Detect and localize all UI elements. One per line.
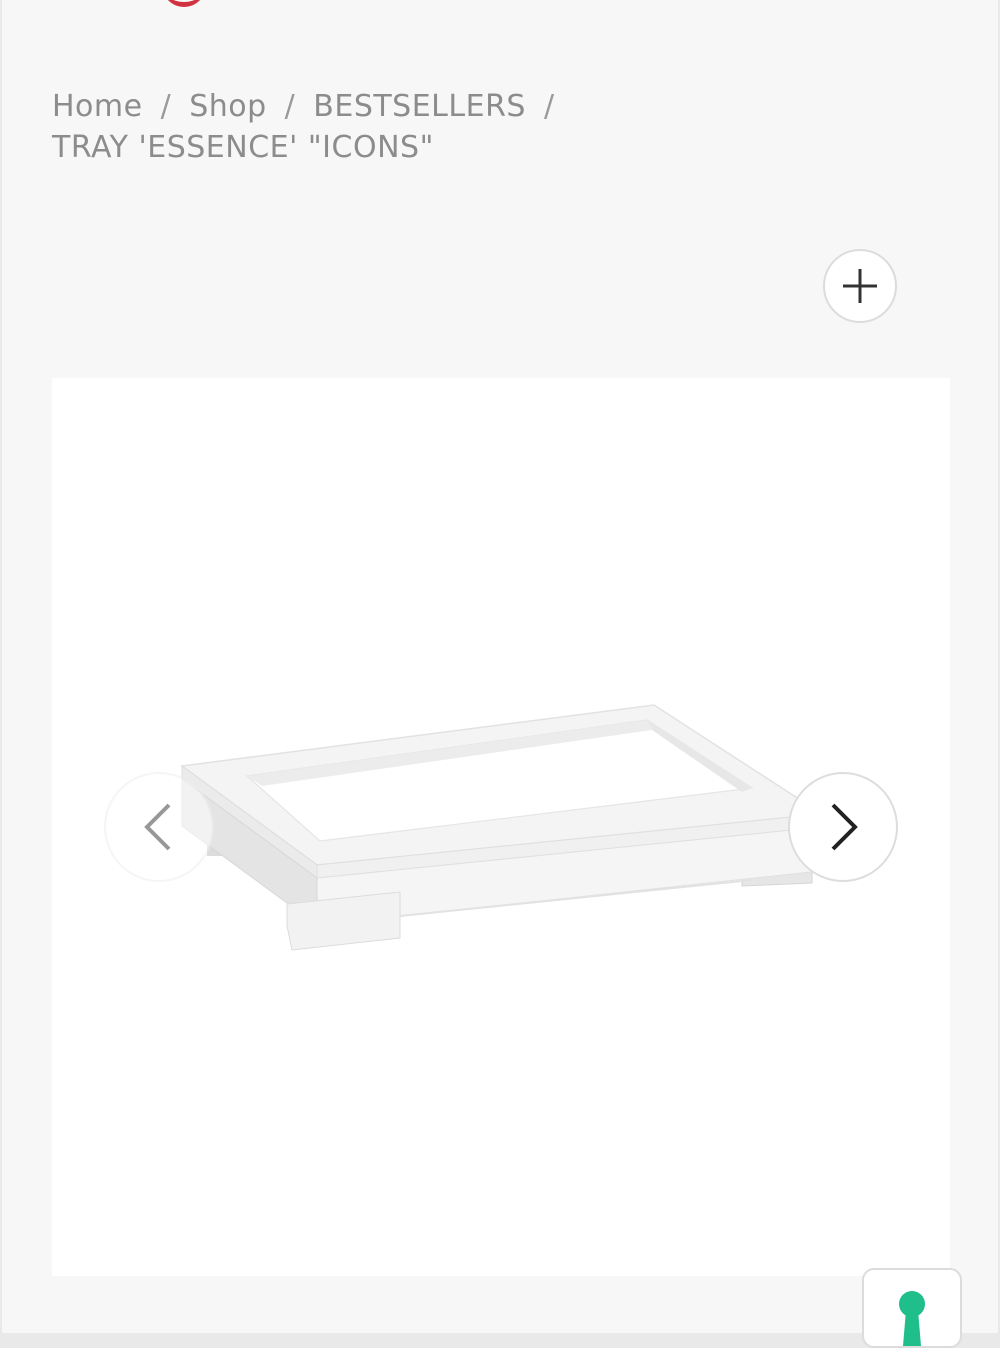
breadcrumb: Home / Shop / BESTSELLERS / TRAY 'ESSENCE' "I…: [52, 86, 672, 168]
breadcrumb-separator: /: [160, 89, 172, 124]
brand-logo[interactable]: [162, 0, 206, 7]
zoom-button[interactable]: [823, 249, 897, 323]
product-gallery[interactable]: [52, 378, 950, 1276]
product-page: Home / Shop / BESTSELLERS / TRAY 'ESSENCE' "I…: [2, 0, 998, 1348]
plus-icon: [843, 269, 877, 303]
breadcrumb-separator: /: [543, 89, 555, 124]
breadcrumb-bestsellers[interactable]: BESTSELLERS: [313, 89, 526, 124]
chevron-left-icon: [144, 803, 171, 851]
previous-image-button[interactable]: [104, 772, 214, 882]
next-image-button[interactable]: [788, 772, 898, 882]
breadcrumb-current-page: TRAY 'ESSENCE' "ICONS": [52, 130, 434, 165]
keyhole-icon: [899, 1291, 925, 1346]
breadcrumb-shop[interactable]: Shop: [189, 89, 266, 124]
chat-widget-button[interactable]: [862, 1268, 962, 1348]
chevron-right-icon: [831, 803, 858, 851]
breadcrumb-separator: /: [284, 89, 296, 124]
breadcrumb-home[interactable]: Home: [52, 89, 143, 124]
